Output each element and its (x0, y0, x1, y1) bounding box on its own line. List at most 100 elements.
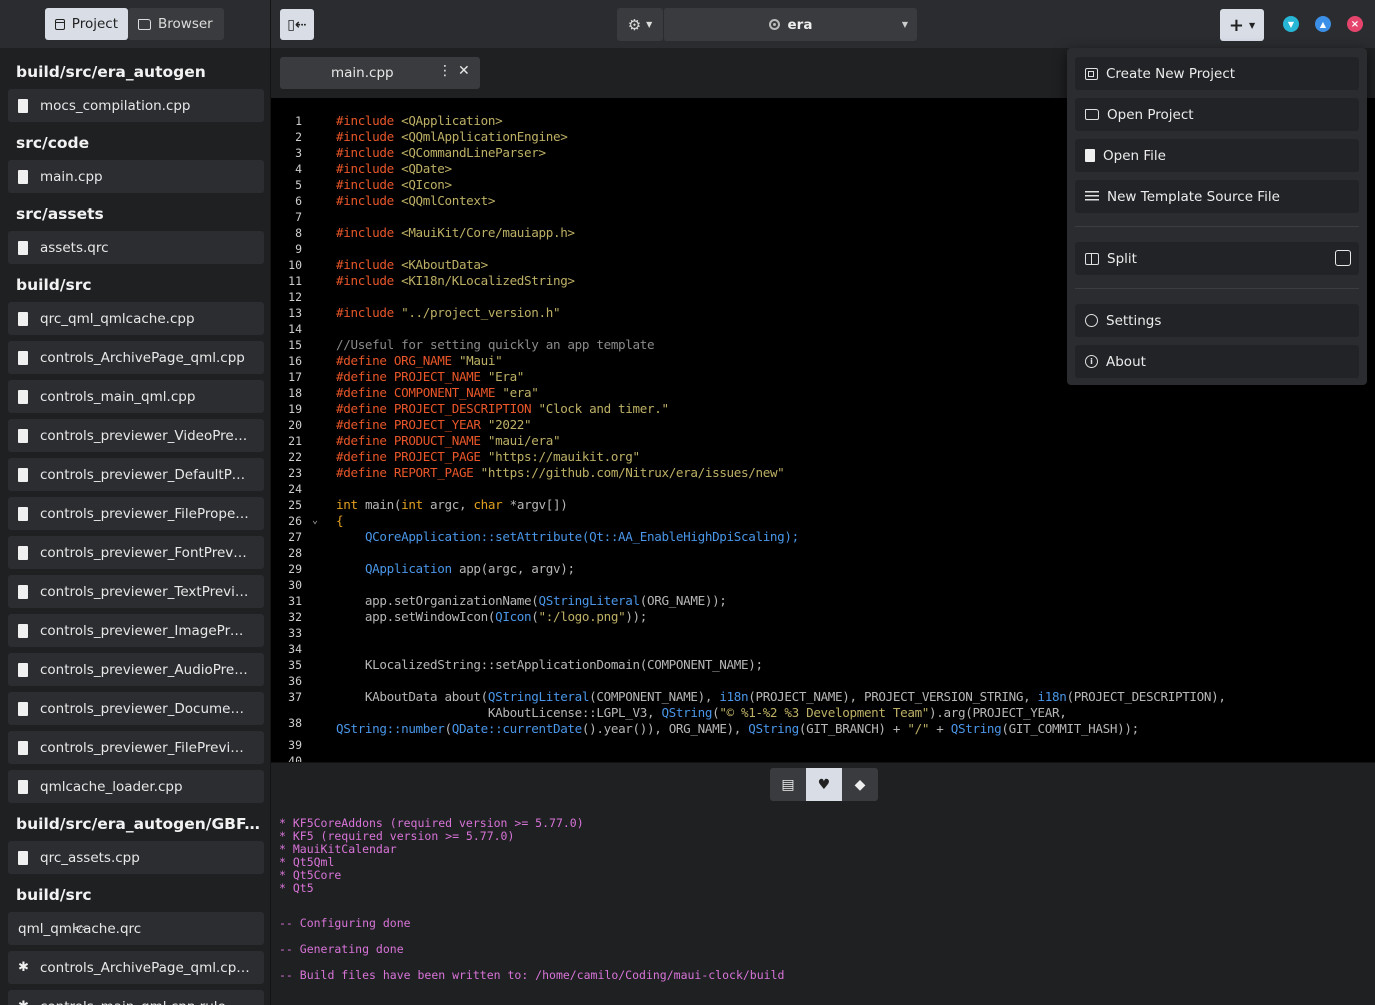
menu-item-label: Create New Project (1106, 65, 1236, 82)
line-number: 30 (288, 578, 302, 592)
code-token: <QIcon> (401, 177, 452, 192)
code-text: app.setOrganizationName(QStringLiteral(O… (336, 593, 727, 609)
sidebar-file-item[interactable]: </> qml_qmlcache.qrc (8, 912, 264, 945)
tab-menu-icon[interactable]: ⋮ (438, 63, 452, 79)
split-item[interactable]: Split (1075, 242, 1359, 275)
line-number: 2 (295, 130, 302, 144)
code-token: #define PROJECT_DESCRIPTION (336, 401, 539, 416)
code-token: QString (661, 705, 713, 720)
sidebar-file-item[interactable]: controls_previewer_VideoPrevi... (8, 419, 264, 452)
code-token: "maui/era" (487, 433, 561, 448)
sidebar-file-item[interactable]: controls_previewer_Document... (8, 692, 264, 725)
line-number: 37 (288, 690, 302, 704)
split-checkbox[interactable] (1335, 250, 1351, 266)
settings-item[interactable]: Settings (1075, 304, 1359, 337)
line-number: 14 (288, 322, 302, 336)
code-text: KAboutData about(QStringLiteral(COMPONEN… (336, 689, 1226, 705)
build-settings-button[interactable]: ⚙ ▼ (617, 8, 663, 41)
output-tab[interactable]: ♥ (806, 768, 842, 801)
menu-separator (1075, 288, 1359, 289)
build-target-label: era (787, 16, 813, 33)
code-text: KLocalizedString::setApplicationDomain(C… (336, 657, 763, 673)
code-text: #define PROJECT_DESCRIPTION "Clock and t… (336, 401, 669, 417)
code-file-icon: </> (73, 923, 87, 933)
minimize-icon: ▼ (1287, 19, 1295, 29)
rule-file-icon: ✱ (18, 999, 30, 1005)
open-project-item[interactable]: Open Project (1075, 98, 1359, 131)
sidebar-file-item[interactable]: assets.qrc (8, 231, 264, 264)
line-number: 21 (288, 434, 302, 448)
file-name: controls_previewer_Document... (40, 700, 250, 717)
code-text: #define PROJECT_YEAR "2022" (336, 417, 532, 433)
sidebar-file-item[interactable]: ✱ controls_ArchivePage_qml.cpp... (8, 951, 264, 984)
fold-chevron-icon[interactable]: ⌄ (312, 513, 318, 529)
about-item[interactable]: i About (1075, 345, 1359, 378)
code-token: QStringLiteral (487, 689, 590, 704)
add-menu-button[interactable]: + ▼ (1220, 9, 1264, 41)
window-close-button[interactable]: × (1347, 16, 1363, 32)
sidebar-file-item[interactable]: controls_previewer_FontPrevie... (8, 536, 264, 569)
line-number: 31 (288, 594, 302, 608)
editor-tab[interactable]: main.cpp ⋮ ✕ (280, 57, 480, 89)
line-number: 16 (288, 354, 302, 368)
code-token: #define REPORT_PAGE (336, 465, 481, 480)
file-name: controls_previewer_AudioPrevi... (40, 661, 250, 678)
sidebar-file-item[interactable]: ✱ controls_main_qml.cpp.rule (8, 990, 264, 1005)
sidebar-file-item[interactable]: qrc_assets.cpp (8, 841, 264, 874)
code-token: #define ORG_NAME (336, 353, 459, 368)
code-token: "Maui" (458, 353, 503, 368)
sidebar-file-item[interactable]: controls_ArchivePage_qml.cpp (8, 341, 264, 374)
line-number: 26 (288, 514, 302, 528)
code-text: #include <MauiKit/Core/mauiapp.h> (336, 225, 575, 241)
line-number: 27 (288, 530, 302, 544)
sidebar-file-item[interactable]: controls_main_qml.cpp (8, 380, 264, 413)
create-new-project-item[interactable]: Create New Project (1075, 57, 1359, 90)
git-tab[interactable]: ◆ (842, 768, 878, 801)
sidebar-file-item[interactable]: controls_previewer_DefaultPre... (8, 458, 264, 491)
code-token: + (929, 721, 951, 736)
line-number: 22 (288, 450, 302, 464)
project-view-tab[interactable]: Project (45, 8, 128, 40)
sidebar-file-item[interactable]: controls_previewer_AudioPrevi... (8, 653, 264, 686)
editor-tab-label: main.cpp (331, 65, 394, 81)
new-template-source-file-item[interactable]: New Template Source File (1075, 180, 1359, 213)
code-text: #include <QDate> (336, 161, 452, 177)
add-dropdown-menu: Create New Project Open Project Open Fil… (1067, 48, 1367, 385)
sidebar-file-item[interactable]: qrc_qml_qmlcache.cpp (8, 302, 264, 335)
sidebar-file-item[interactable]: controls_previewer_FilePropert... (8, 497, 264, 530)
window-maximize-button[interactable]: ▲ (1315, 16, 1331, 32)
code-token: #define COMPONENT_NAME (336, 385, 503, 400)
code-token: int (336, 497, 365, 512)
code-token: #include (336, 305, 402, 320)
code-token: (GIT_BRANCH) + (798, 721, 908, 736)
terminal-tab[interactable]: ▤ (770, 768, 806, 801)
open-file-item[interactable]: Open File (1075, 139, 1359, 172)
sidebar-file-item[interactable]: main.cpp (8, 160, 264, 193)
code-token: ( (531, 609, 539, 624)
code-token: <KI18n/KLocalizedString> (401, 273, 575, 288)
code-text: #define COMPONENT_NAME "era" (336, 385, 539, 401)
bottom-panel: ▤ ♥ ◆ * KF5CoreAddons (required version … (271, 762, 1375, 1005)
code-token: "Clock and timer." (538, 401, 670, 416)
code-text: { (336, 513, 344, 529)
sidebar-file-item[interactable]: qmlcache_loader.cpp (8, 770, 264, 803)
file-icon (18, 311, 28, 326)
tab-close-icon[interactable]: ✕ (458, 63, 470, 79)
sidebar-file-item[interactable]: controls_previewer_TextPrevie... (8, 575, 264, 608)
code-token: QString (748, 721, 799, 736)
code-text: #define REPORT_PAGE "https://github.com/… (336, 465, 785, 481)
browser-view-tab[interactable]: Browser (128, 8, 224, 40)
sidebar-file-item[interactable]: controls_previewer_ImagePrev... (8, 614, 264, 647)
sidebar-file-item[interactable]: mocs_compilation.cpp (8, 89, 264, 122)
header-bar: ▯⇠ ⚙ ▼ era ▼ + ▼ ▼ ▲ × (271, 0, 1375, 48)
sidebar-file-item[interactable]: controls_previewer_FilePrevie... (8, 731, 264, 764)
build-target-selector[interactable]: era ▼ (663, 8, 917, 41)
sidebar-toggle-button[interactable]: ▯⇠ (280, 9, 314, 40)
window-minimize-button[interactable]: ▼ (1283, 16, 1299, 32)
line-number: 9 (295, 242, 302, 256)
git-icon: ◆ (854, 776, 866, 793)
line-number: 4 (295, 162, 302, 176)
split-icon (1085, 252, 1099, 265)
